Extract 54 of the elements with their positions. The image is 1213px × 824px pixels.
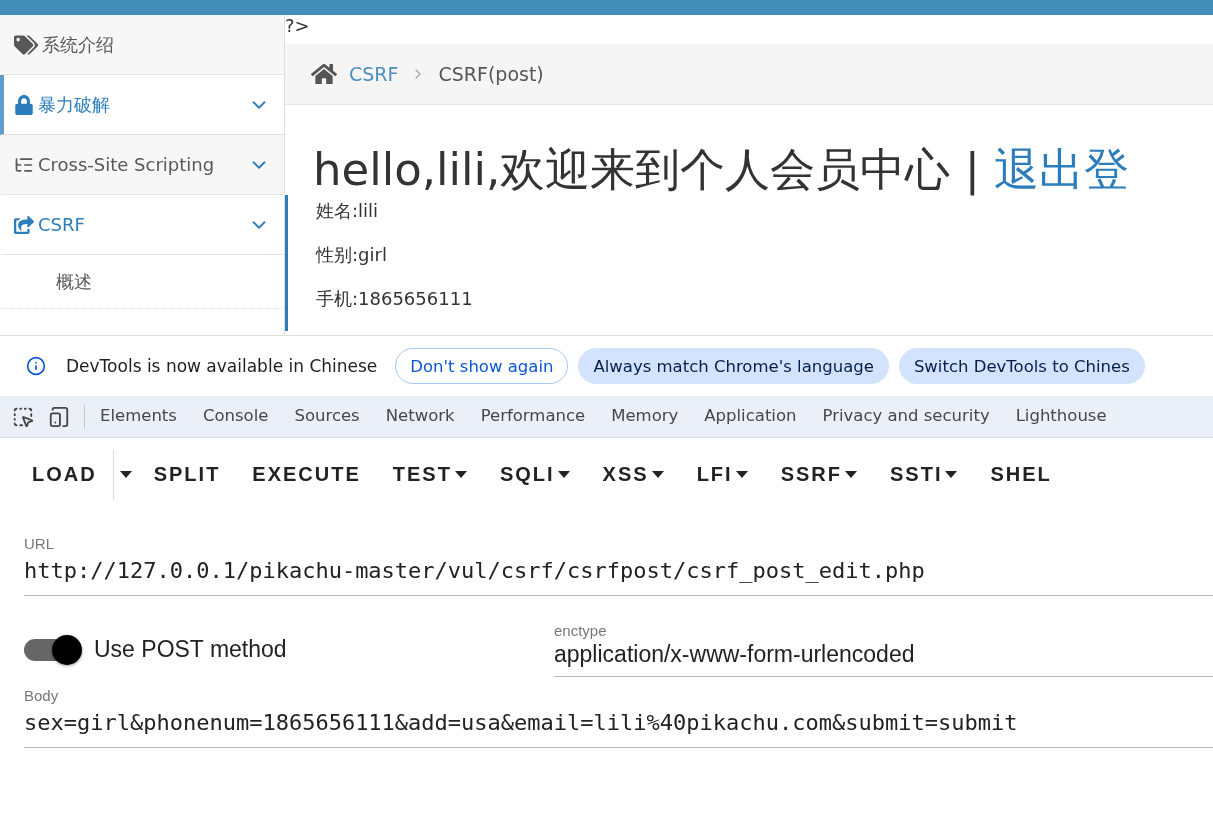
- devtools-tab[interactable]: Memory: [598, 396, 692, 437]
- breadcrumb-current: CSRF(post): [438, 63, 544, 85]
- toolbar-dropdown[interactable]: SSTI: [874, 449, 975, 500]
- devtools-tab[interactable]: Console: [189, 396, 282, 437]
- body-field[interactable]: sex=girl&phonenum=1865656111&add=usa&email=lili%40pikachu.com&submit=submit: [24, 704, 1213, 748]
- devtools-tab[interactable]: Sources: [281, 396, 373, 437]
- caret-down-icon: [844, 471, 858, 478]
- devtools-tab[interactable]: Privacy and security: [809, 396, 1003, 437]
- info-icon: [26, 356, 46, 376]
- caret-down-icon: [453, 471, 468, 478]
- toolbar-dropdown[interactable]: TEST: [376, 449, 484, 500]
- profile-field: 性别:girl: [316, 242, 1213, 267]
- devtools-tab[interactable]: Lighthouse: [1002, 396, 1120, 437]
- caret-down-icon: [650, 471, 665, 478]
- caret-down-icon: [556, 471, 571, 478]
- home-icon[interactable]: [311, 61, 337, 87]
- logout-link[interactable]: 退出登: [994, 143, 1130, 196]
- toolbar-button[interactable]: SPLIT: [137, 449, 237, 500]
- sidebar-item[interactable]: 系统介绍: [0, 15, 284, 75]
- infobar-message: DevTools is now available in Chinese: [66, 356, 378, 376]
- caret-down-icon: [734, 471, 749, 478]
- devtools-tab[interactable]: Performance: [467, 396, 599, 437]
- devtools-tab[interactable]: Elements: [87, 396, 190, 437]
- field-label: URL: [24, 535, 55, 552]
- enctype-field[interactable]: application/x-www-form-urlencoded: [554, 639, 1213, 677]
- toolbar-dropdown[interactable]: SQLI: [483, 449, 587, 500]
- toolbar-button[interactable]: LOAD: [16, 449, 113, 500]
- sidebar-item[interactable]: Cross-Site Scripting: [0, 135, 284, 195]
- toggle-label: Use POST method: [94, 636, 287, 663]
- profile-field: 姓名:lili: [316, 198, 1213, 223]
- field-label: enctype: [554, 622, 608, 639]
- toolbar-dropdown[interactable]: SSRF: [764, 449, 874, 500]
- tags-icon: [14, 32, 38, 57]
- toolbar-dropdown[interactable]: XSS: [586, 449, 681, 500]
- stray-text: ?>: [285, 15, 311, 38]
- url-field[interactable]: http://127.0.0.1/pikachu-master/vul/csrf/csrfpost/csrf_post_edit.php: [24, 552, 1213, 596]
- devtools-tab[interactable]: Network: [372, 396, 468, 437]
- infobar-button[interactable]: Don't show again: [395, 348, 569, 384]
- share-icon: [14, 214, 34, 235]
- field-label: Body: [24, 687, 60, 704]
- welcome-heading: hello,lili,欢迎来到个人会员中心 | 退出登: [313, 145, 1131, 195]
- toolbar-button[interactable]: SHEL: [974, 449, 1068, 500]
- infobar-button[interactable]: Always match Chrome's language: [578, 348, 889, 384]
- sidebar-item[interactable]: 暴力破解: [0, 75, 284, 135]
- devtools-tab[interactable]: Application: [691, 396, 810, 437]
- caret-down-icon: [944, 471, 959, 478]
- toolbar-dropdown[interactable]: LFI: [680, 449, 765, 500]
- toolbar-button[interactable]: EXECUTE: [236, 449, 377, 500]
- device-toolbar-icon[interactable]: [48, 405, 70, 428]
- inspect-icon[interactable]: [12, 405, 34, 428]
- lock-icon: [14, 94, 34, 115]
- infobar-button[interactable]: Switch DevTools to Chines: [898, 348, 1145, 384]
- profile-field: 手机:1865656111: [316, 286, 1213, 311]
- caret-down-icon: [119, 471, 132, 478]
